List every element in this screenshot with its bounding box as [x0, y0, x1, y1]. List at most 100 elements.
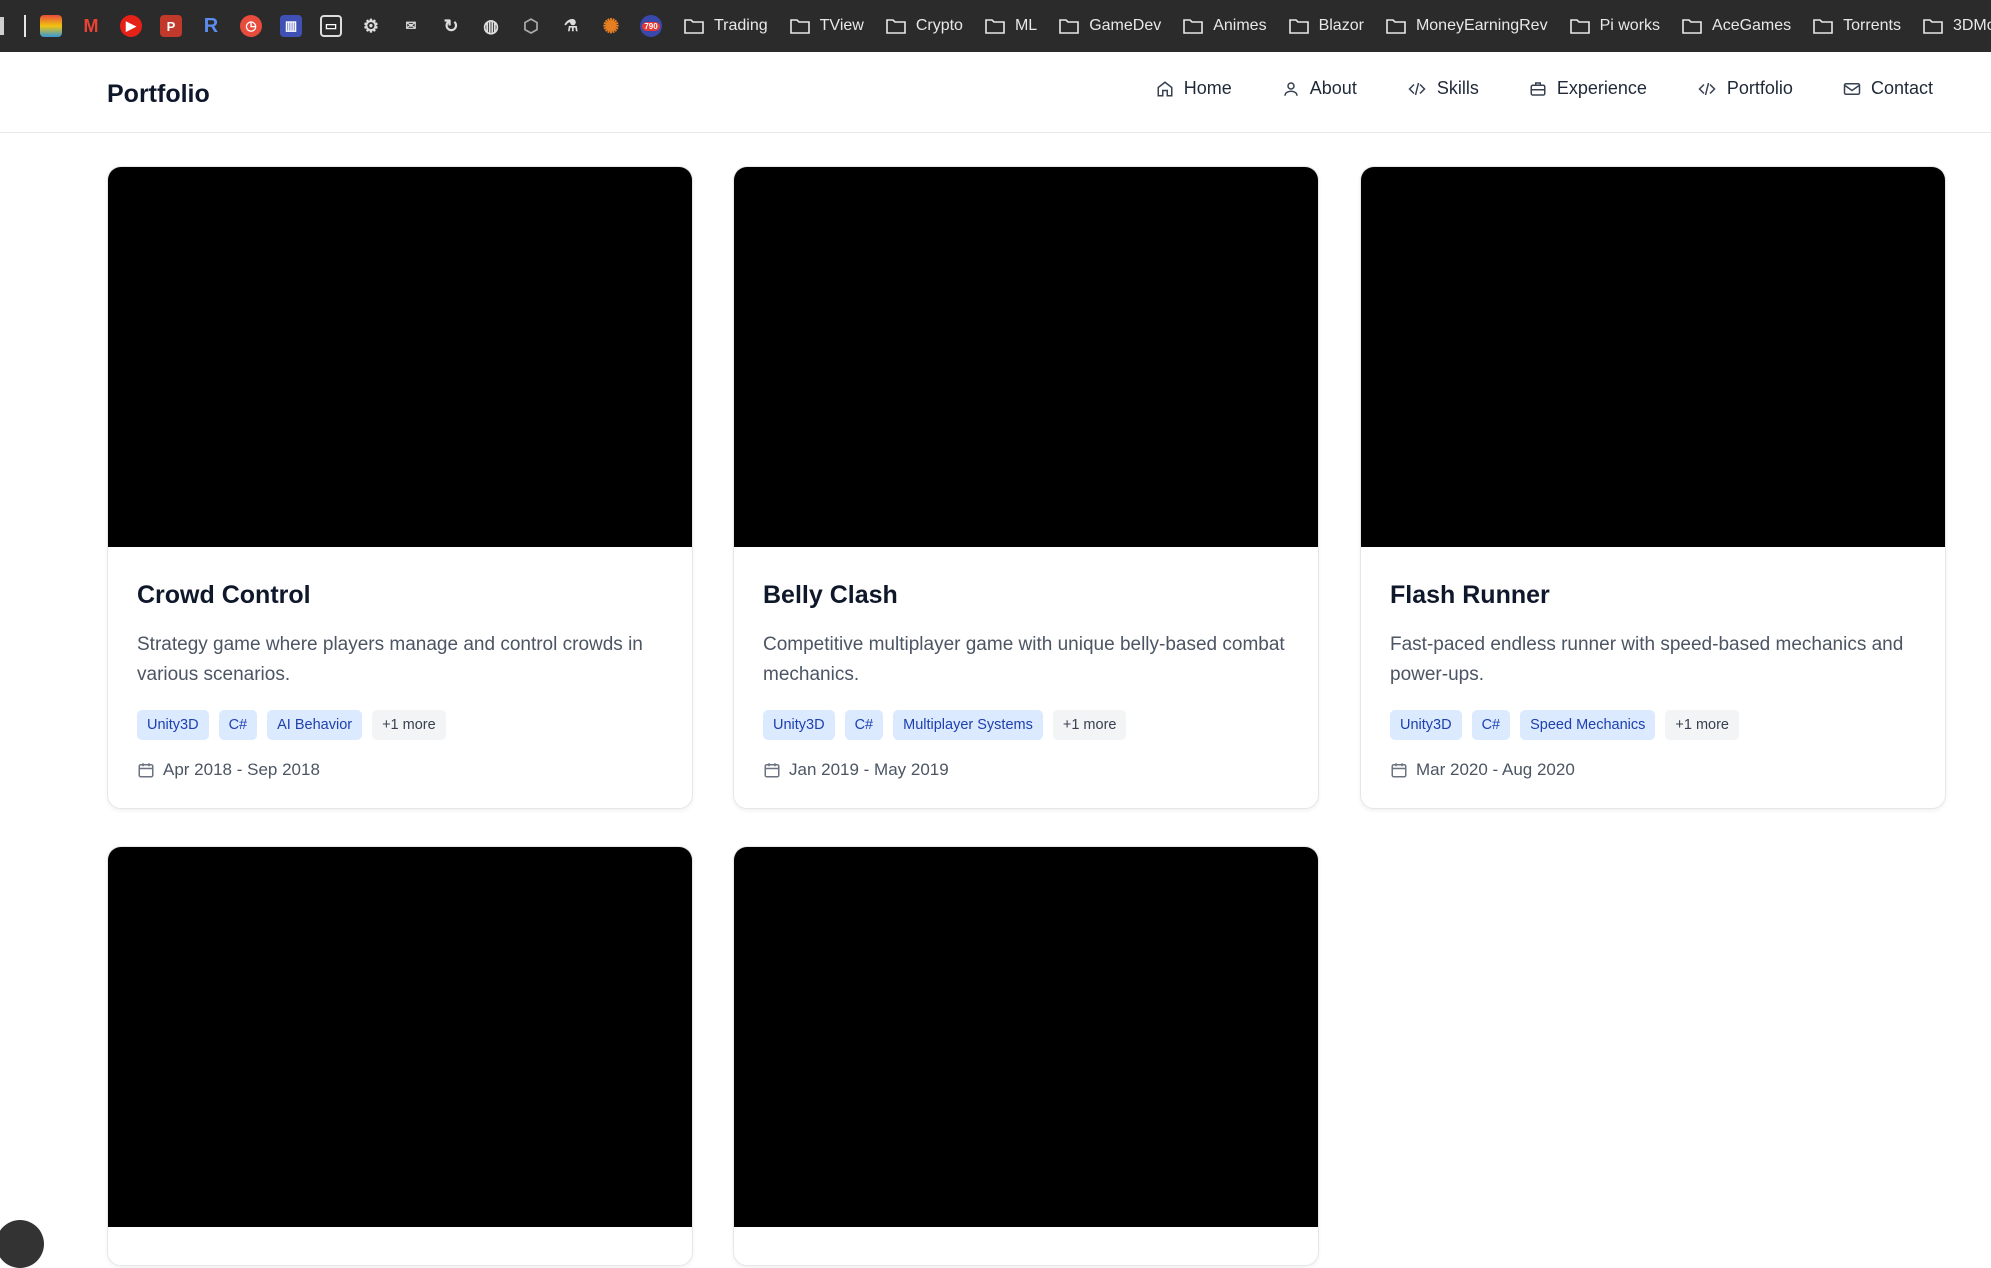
project-thumbnail[interactable]: [108, 847, 692, 1227]
folder-icon: [1288, 19, 1309, 34]
tag-list: Unity3D C# Speed Mechanics +1 more: [1390, 710, 1916, 740]
project-date: Mar 2020 - Aug 2020: [1390, 760, 1916, 780]
site-header: Portfolio Home About Skills Experience P…: [0, 52, 1991, 133]
rainbow-icon[interactable]: [40, 15, 62, 37]
refresh-icon[interactable]: ↻: [440, 15, 462, 37]
project-date: Jan 2019 - May 2019: [763, 760, 1289, 780]
tag-list: Unity3D C# Multiplayer Systems +1 more: [763, 710, 1289, 740]
folder-icon: [1569, 19, 1590, 34]
folder-icon: [1682, 19, 1702, 34]
code-icon: [1698, 82, 1716, 95]
project-card[interactable]: Crowd Control Strategy game where player…: [107, 166, 693, 809]
folder-label: Pi works: [1599, 17, 1661, 34]
folder-tview[interactable]: TView: [789, 17, 864, 35]
openai-icon[interactable]: ⚙: [360, 15, 382, 37]
mail-icon: [1843, 82, 1861, 95]
folder-gamedev[interactable]: GameDev: [1059, 17, 1161, 35]
screen-icon[interactable]: ▭: [320, 15, 342, 37]
floating-action-button[interactable]: [0, 1220, 44, 1268]
cube-icon[interactable]: ⬡: [520, 15, 542, 37]
flask-icon[interactable]: ⚗: [560, 15, 582, 37]
project-card[interactable]: Belly Clash Competitive multiplayer game…: [733, 166, 1319, 809]
calendar-icon: [1391, 763, 1407, 778]
badge-icon[interactable]: 790: [640, 15, 662, 37]
folder-label: ML: [1014, 17, 1038, 34]
folder-icon: [1813, 19, 1833, 34]
project-description: Strategy game where players manage and c…: [137, 634, 643, 685]
calendar-icon: [764, 763, 780, 778]
folder-icon: [789, 19, 810, 34]
mail-icon[interactable]: ✉: [400, 15, 422, 37]
globe-icon[interactable]: ◍: [480, 15, 502, 37]
nav-about-label: About: [1309, 78, 1357, 98]
project-card[interactable]: [107, 846, 693, 1266]
folder-label: TView: [819, 17, 864, 34]
bookmarks-bar: M ▶ P R ◷ ▥ ▭ ⚙ ✉ ↻ ◍ ⬡ ⚗ ✺ 790 Trading …: [0, 0, 1991, 52]
project-thumbnail[interactable]: [1361, 167, 1945, 547]
folder-animes[interactable]: Animes: [1183, 17, 1267, 35]
project-description: Competitive multiplayer game with unique…: [763, 634, 1285, 685]
folder-3dmodels[interactable]: 3DModels: [1923, 17, 1991, 35]
nav-portfolio-label: Portfolio: [1726, 78, 1793, 98]
nav-home[interactable]: Home: [1156, 78, 1232, 99]
project-thumbnail[interactable]: [734, 847, 1318, 1227]
nav-skills[interactable]: Skills: [1407, 78, 1479, 99]
tag: C#: [844, 710, 884, 740]
folder-label: Trading: [714, 17, 768, 34]
nav-experience[interactable]: Experience: [1529, 78, 1647, 99]
folder-label: 3DModels: [1952, 17, 1991, 34]
folder-ml[interactable]: ML: [985, 17, 1037, 35]
folder-blazor[interactable]: Blazor: [1288, 17, 1364, 35]
pinterest-icon[interactable]: P: [160, 15, 182, 37]
folder-pi-works[interactable]: Pi works: [1569, 17, 1661, 35]
burst-icon[interactable]: ✺: [600, 15, 622, 38]
folder-icon: [1923, 19, 1943, 34]
user-icon: [1284, 81, 1298, 96]
project-thumbnail[interactable]: [734, 167, 1318, 547]
bookmark-folders: Trading TView Crypto ML GameDev Animes B…: [684, 17, 1991, 35]
project-description: Fast-paced endless runner with speed-bas…: [1390, 634, 1904, 685]
r-icon[interactable]: R: [200, 15, 222, 37]
youtube-icon[interactable]: ▶: [120, 15, 142, 37]
folder-crypto[interactable]: Crypto: [886, 17, 963, 35]
folder-icon: [684, 19, 704, 34]
card-body: Crowd Control Strategy game where player…: [108, 547, 692, 808]
nav-about[interactable]: About: [1282, 78, 1357, 99]
card-body: Flash Runner Fast-paced endless runner w…: [1361, 547, 1945, 808]
folder-label: Torrents: [1843, 17, 1901, 34]
folder-label: Crypto: [915, 17, 963, 34]
folder-icon: [985, 19, 1005, 34]
home-icon: [1157, 80, 1173, 96]
gmail-icon[interactable]: M: [80, 15, 102, 37]
badge-count: 790: [642, 21, 660, 31]
nav-portfolio[interactable]: Portfolio: [1697, 78, 1793, 99]
project-date-text: Jan 2019 - May 2019: [789, 760, 949, 779]
folder-acegames[interactable]: AceGames: [1682, 17, 1791, 35]
nav-experience-label: Experience: [1556, 78, 1647, 98]
project-card[interactable]: Flash Runner Fast-paced endless runner w…: [1360, 166, 1946, 809]
card-body: Belly Clash Competitive multiplayer game…: [734, 547, 1318, 808]
nav-contact-label: Contact: [1870, 78, 1933, 98]
briefcase-icon: [1530, 81, 1546, 96]
bookmark-icons: M ▶ P R ◷ ▥ ▭ ⚙ ✉ ↻ ◍ ⬡ ⚗ ✺ 790: [0, 0, 680, 52]
folder-moneyearningrev[interactable]: MoneyEarningRev: [1386, 17, 1548, 35]
tag: Unity3D: [1390, 710, 1462, 740]
apps-icon[interactable]: [0, 17, 4, 35]
folder-icon: [886, 19, 906, 34]
project-thumbnail[interactable]: [108, 167, 692, 547]
analytics-icon[interactable]: ▥: [280, 15, 302, 37]
nav-contact[interactable]: Contact: [1843, 78, 1933, 99]
project-card[interactable]: [733, 846, 1319, 1266]
folder-trading[interactable]: Trading: [684, 17, 768, 35]
folder-torrents[interactable]: Torrents: [1813, 17, 1901, 35]
more-tags-badge: +1 more: [372, 710, 446, 740]
folder-label: AceGames: [1712, 17, 1792, 34]
folder-icon: [1183, 19, 1204, 34]
tag: Unity3D: [137, 710, 209, 740]
folder-label: Blazor: [1318, 17, 1364, 34]
tag-list: Unity3D C# AI Behavior +1 more: [137, 710, 663, 740]
brand-logo[interactable]: Portfolio: [107, 80, 210, 109]
calendar-icon: [138, 763, 154, 778]
project-date-text: Mar 2020 - Aug 2020: [1416, 760, 1575, 779]
clock-icon[interactable]: ◷: [240, 15, 262, 37]
